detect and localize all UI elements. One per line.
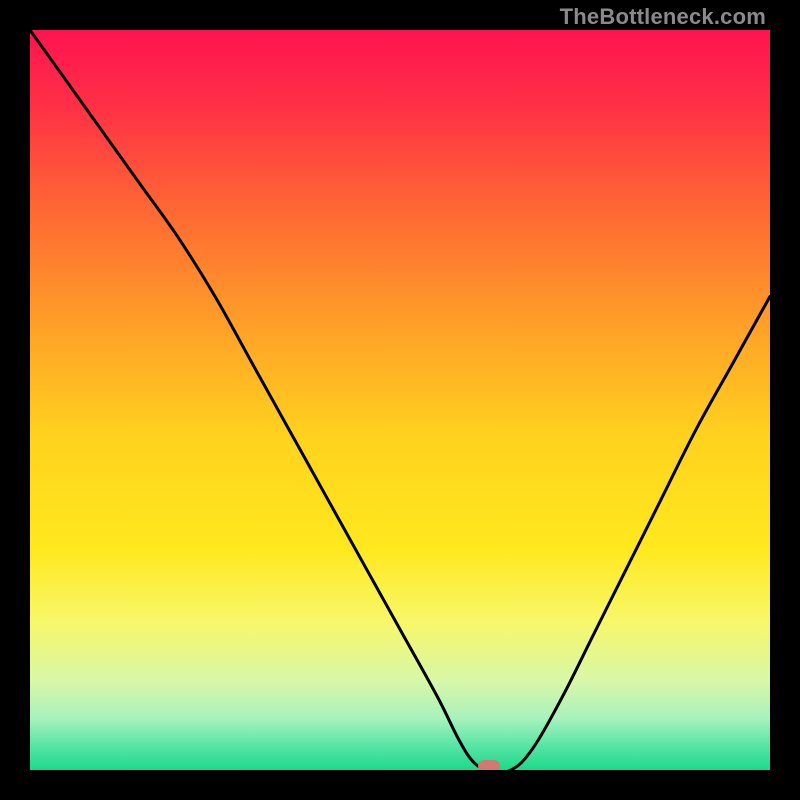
plot-area bbox=[30, 30, 770, 770]
watermark-label: TheBottleneck.com bbox=[560, 4, 766, 30]
bottleneck-curve bbox=[30, 30, 770, 770]
chart-frame: TheBottleneck.com bbox=[0, 0, 800, 800]
target-marker bbox=[478, 760, 500, 770]
